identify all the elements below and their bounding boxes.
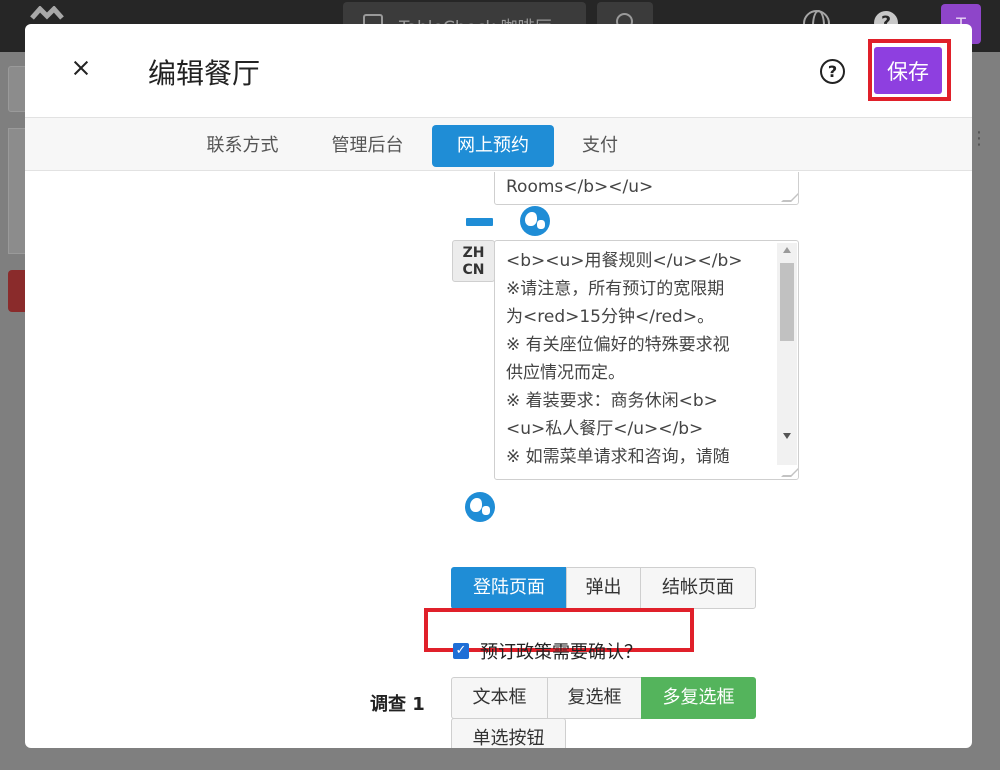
globe-icon[interactable] [520,206,550,236]
survey-type-checkbox-button[interactable]: 复选框 [547,677,642,719]
language-tag-zh-cn: ZH CN [452,240,495,282]
survey-label: 调查 1 [370,694,425,715]
scroll-thumb[interactable] [780,263,794,341]
background-more-icon: ⋮ [970,128,988,149]
scroll-down-icon[interactable] [783,433,791,439]
textarea-line: ※ 着装要求：商务休闲<b> [506,391,718,411]
textarea-line: ※请注意，所有预订的宽限期 [506,279,725,299]
page-type-popup-button[interactable]: 弹出 [566,567,641,609]
policy-textarea-previous[interactable]: Rooms</b></u> [494,172,799,205]
dining-policy-textarea[interactable]: <b><u>用餐规则</u></b> ※请注意，所有预订的宽限期 为<red>1… [494,240,799,480]
survey-type-radio-button[interactable]: 单选按钮 [451,718,566,748]
tab-admin[interactable]: 管理后台 [315,125,420,167]
resize-handle-icon[interactable] [781,192,798,202]
page-type-landing-button[interactable]: 登陆页面 [451,567,567,609]
save-button[interactable]: 保存 [874,47,942,94]
policy-confirm-label[interactable]: 预订政策需要确认？ [480,638,642,664]
textarea-line: <u>私人餐厅</u></b> [506,419,704,439]
modal-tabs: 联系方式 管理后台 网上预约 支付 [25,117,972,171]
textarea-scrollbar[interactable] [777,243,797,465]
textarea-line: ※ 有关座位偏好的特殊要求视 [506,335,730,355]
tab-contact[interactable]: 联系方式 [190,125,295,167]
textarea-line: 供应情况而定。 [506,363,625,383]
tab-online-booking[interactable]: 网上预约 [432,125,554,167]
scroll-up-icon[interactable] [783,247,791,253]
close-icon[interactable] [69,56,93,80]
add-language-globe-icon[interactable] [465,492,495,522]
textarea-line: ※ 如需菜单请求和咨询，请随 [506,447,730,467]
textarea-line: 为<red>15分钟</red>。 [506,307,715,327]
survey-type-textbox-button[interactable]: 文本框 [451,677,548,719]
resize-handle-icon[interactable] [781,467,798,477]
edit-restaurant-modal: 编辑餐厅 ? 保存 联系方式 管理后台 网上预约 支付 Rooms</b></u… [25,24,972,748]
textarea-text: Rooms</b></u> [506,177,654,197]
page-type-checkout-button[interactable]: 结帐页面 [640,567,756,609]
tab-payment[interactable]: 支付 [565,125,635,167]
remove-language-button[interactable] [466,218,493,226]
modal-title: 编辑餐厅 [148,57,261,90]
modal-header: 编辑餐厅 ? 保存 [25,24,972,117]
textarea-line: <b><u>用餐规则</u></b> [506,251,743,271]
policy-confirm-checkbox[interactable]: ✓ [453,643,469,659]
help-icon[interactable]: ? [820,59,845,84]
survey-type-multi-checkbox-button[interactable]: 多复选框 [641,677,756,719]
modal-content: Rooms</b></u> ZH CN <b><u>用餐规则</u></b> ※… [25,172,972,748]
